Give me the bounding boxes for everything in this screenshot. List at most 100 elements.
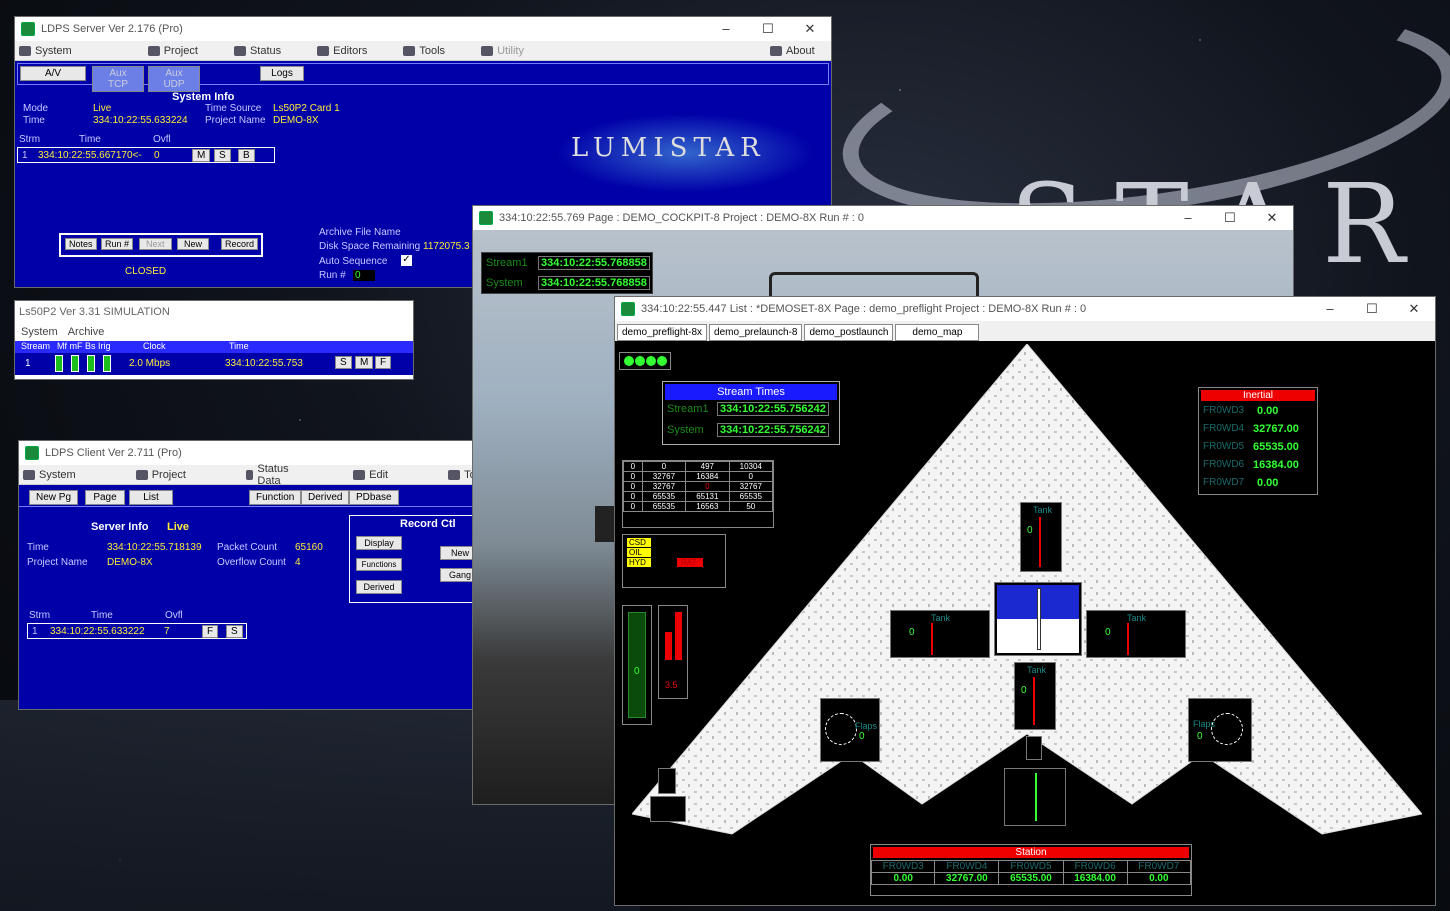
monitor-icon xyxy=(23,469,35,480)
inertial-value: 32767.00 xyxy=(1253,423,1299,435)
display-button[interactable]: Display xyxy=(356,536,402,550)
menu-system[interactable]: System xyxy=(23,469,76,481)
record-button[interactable]: Record xyxy=(221,238,259,250)
close-icon[interactable]: ✕ xyxy=(1393,301,1435,317)
tab-map[interactable]: demo_map xyxy=(895,324,980,341)
ls50-row[interactable]: 1 2.0 Mbps 334:10:22:55.753 S M F xyxy=(15,353,413,375)
stream-row[interactable]: 1 334:10:22:55.667170<- 0 M S B xyxy=(17,147,275,163)
ls50-m-button[interactable]: M xyxy=(355,356,374,369)
col-ovfl: Ovfl xyxy=(165,610,183,621)
minimize-icon[interactable]: – xyxy=(1309,301,1351,317)
time-label: Time xyxy=(23,115,45,126)
server-info-label: Server Info xyxy=(91,521,149,533)
menu-system[interactable]: System xyxy=(21,326,58,338)
pdbase-button[interactable]: PDbase xyxy=(349,490,399,505)
menu-editors[interactable]: Editors xyxy=(317,45,367,57)
run-number-button[interactable]: Run # xyxy=(101,238,134,250)
app-icon xyxy=(479,211,493,225)
menu-project[interactable]: Project xyxy=(147,45,198,57)
functions-button[interactable]: Functions xyxy=(356,558,402,571)
tank-label: Tank xyxy=(931,613,951,623)
tank-value: 0 xyxy=(909,627,915,638)
maximize-icon[interactable]: ☐ xyxy=(747,21,789,37)
ls50-f-button[interactable]: F xyxy=(375,356,392,369)
tank-gauge-left: 0 Tank xyxy=(890,610,990,658)
page-button[interactable]: Page xyxy=(85,490,125,505)
matrix-cell: 16384 xyxy=(685,471,730,482)
bs-indicator xyxy=(87,355,95,372)
menu-system[interactable]: System xyxy=(19,45,72,57)
list-button[interactable]: List xyxy=(129,490,173,505)
menu-about[interactable]: About xyxy=(769,45,815,57)
function-button[interactable]: Function xyxy=(249,490,302,505)
minimize-icon[interactable]: – xyxy=(1167,210,1209,226)
tank-scale xyxy=(1033,677,1043,725)
matrix-cell: 0 xyxy=(623,501,643,512)
col-ovfl: Ovfl xyxy=(153,134,171,145)
notes-button[interactable]: Notes xyxy=(65,238,97,250)
tab-prelaunch[interactable]: demo_prelaunch-8 xyxy=(709,324,803,341)
server-title: LDPS Server Ver 2.176 (Pro) xyxy=(41,23,183,35)
next-button[interactable]: Next xyxy=(139,238,172,250)
maximize-icon[interactable]: ☐ xyxy=(1351,301,1393,317)
client-titlebar[interactable]: LDPS Client Ver 2.711 (Pro) xyxy=(19,441,487,465)
matrix-cell: 65131 xyxy=(685,491,730,502)
new-page-button[interactable]: New Pg xyxy=(29,490,79,505)
derived-button[interactable]: Derived xyxy=(301,490,350,505)
client-s-button[interactable]: S xyxy=(226,625,243,638)
menu-status[interactable]: Status xyxy=(233,45,281,57)
tab-preflight[interactable]: demo_preflight-8x xyxy=(617,324,708,341)
menu-edit[interactable]: Edit xyxy=(353,469,388,481)
menu-archive[interactable]: Archive xyxy=(68,326,105,338)
archive-label: Archive File Name xyxy=(319,227,401,238)
cockpit-titlebar[interactable]: 334:10:22:55.769 Page : DEMO_COCKPIT-8 P… xyxy=(473,206,1293,230)
record-controls: Notes Run # Next New Record xyxy=(59,233,263,257)
tab-postlaunch[interactable]: demo_postlaunch xyxy=(804,324,894,341)
ls50-titlebar[interactable]: Ls50P2 Ver 3.31 SIMULATION xyxy=(15,301,413,323)
small-indicator xyxy=(1026,736,1042,760)
matrix-cell: 0 xyxy=(623,471,643,482)
menu-utility[interactable]: Utility xyxy=(481,45,524,57)
aux-tcp-button[interactable]: Aux TCP xyxy=(92,66,144,92)
derived-record-button[interactable]: Derived xyxy=(356,580,402,594)
mF-indicator xyxy=(71,355,79,372)
matrix-cell: 32767 xyxy=(728,481,774,492)
stream-b-button[interactable]: B xyxy=(238,149,255,162)
mf-indicator xyxy=(55,355,63,372)
logs-button[interactable]: Logs xyxy=(260,66,304,81)
stream-row-strm: 1 xyxy=(22,150,28,161)
close-icon[interactable]: ✕ xyxy=(789,21,831,37)
status-dot xyxy=(657,356,667,366)
autoseq-label: Auto Sequence xyxy=(319,256,388,267)
maximize-icon[interactable]: ☐ xyxy=(1209,210,1251,226)
status-dot xyxy=(635,356,645,366)
menu-project[interactable]: Project xyxy=(135,469,186,481)
matrix-cell: 497 xyxy=(685,461,730,472)
minimize-icon[interactable]: – xyxy=(705,21,747,37)
client-f-button[interactable]: F xyxy=(202,625,219,638)
station-table: FR0WD3 FR0WD4 FR0WD5 FR0WD6 FR0WD7 0.00 … xyxy=(870,860,1192,885)
tank-scale xyxy=(931,623,949,655)
stream-s-button[interactable]: S xyxy=(214,149,231,162)
autoseq-checkbox[interactable]: ✓ xyxy=(401,255,412,266)
av-button[interactable]: A/V xyxy=(20,66,86,81)
new-button[interactable]: New xyxy=(177,238,210,250)
menu-status-data[interactable]: Status Data xyxy=(245,463,293,487)
demo-titlebar[interactable]: 334:10:22:55.447 List : *DEMOSET-8X Page… xyxy=(615,297,1435,321)
stream-m-button[interactable]: M xyxy=(192,149,211,162)
col-strm: Strm xyxy=(19,134,41,145)
status-dot xyxy=(624,356,634,366)
server-titlebar[interactable]: LDPS Server Ver 2.176 (Pro) – ☐ ✕ xyxy=(15,17,831,41)
status-dot xyxy=(646,356,656,366)
ls50-s-button[interactable]: S xyxy=(335,356,352,369)
close-icon[interactable]: ✕ xyxy=(1251,210,1293,226)
matrix-cell: 16563 xyxy=(685,501,730,512)
menu-tools[interactable]: Tools xyxy=(403,45,445,57)
vertical-gauge: 0 xyxy=(622,605,652,725)
value-matrix-table: 0 0 497 10304 0 32767 16384 0 0 32767 0 32767 0 65… xyxy=(623,461,774,512)
aux-udp-button[interactable]: Aux UDP xyxy=(148,66,200,92)
client-stream-row[interactable]: 1 334:10:22:55.633222 7 F S xyxy=(27,623,247,639)
hdr-stream: Stream xyxy=(21,341,51,351)
client-row-ovfl: 7 xyxy=(164,626,170,637)
flaps-label: Flaps xyxy=(855,721,878,731)
